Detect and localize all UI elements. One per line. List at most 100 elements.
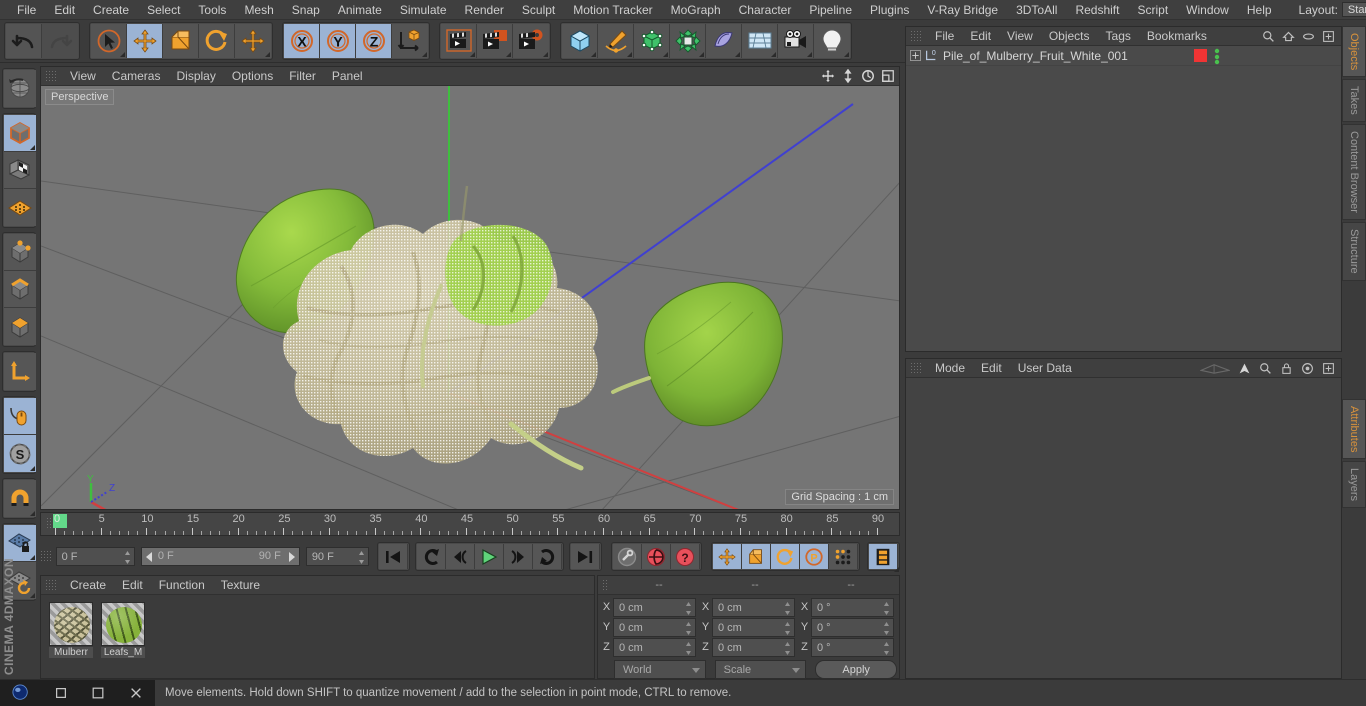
next-key-button[interactable] <box>533 544 562 569</box>
viewport-menu-options[interactable]: Options <box>224 67 281 86</box>
spinner-icon[interactable] <box>358 551 365 564</box>
apply-button[interactable]: Apply <box>815 660 897 679</box>
key-pla-button[interactable]: P <box>800 544 829 569</box>
menu-item-tools[interactable]: Tools <box>189 0 235 20</box>
plus-icon[interactable] <box>1322 30 1335 43</box>
world-coordinates-button[interactable] <box>392 24 428 58</box>
object-row[interactable]: 0Pile_of_Mulberry_Fruit_White_001 <box>906 46 1341 66</box>
lock-icon[interactable] <box>1280 362 1293 375</box>
key-scale-button[interactable] <box>742 544 771 569</box>
move-alt-tool-button[interactable] <box>235 24 271 58</box>
axis-y-button[interactable]: Y <box>320 24 356 58</box>
menu-item-select[interactable]: Select <box>138 0 189 20</box>
home-icon[interactable] <box>1282 30 1295 43</box>
plus-icon[interactable] <box>1322 362 1335 375</box>
redo-button[interactable] <box>42 24 78 58</box>
keyframe-selection-button[interactable]: ? <box>671 544 700 569</box>
dock-tab-structure[interactable]: Structure <box>1342 222 1366 281</box>
scene-object-button[interactable] <box>706 24 742 58</box>
environment-button[interactable] <box>742 24 778 58</box>
viewport-menu-filter[interactable]: Filter <box>281 67 324 86</box>
viewport-menu-view[interactable]: View <box>62 67 104 86</box>
axis-x-button[interactable]: X <box>284 24 320 58</box>
viewport-zoom-icon[interactable] <box>841 69 855 83</box>
spinner-icon[interactable] <box>784 642 791 655</box>
menu-item-mograph[interactable]: MoGraph <box>662 0 730 20</box>
workplane-button[interactable] <box>4 189 36 226</box>
app-icon[interactable] <box>12 684 30 702</box>
size-mode-select[interactable]: Scale <box>715 660 807 679</box>
menu-item-render[interactable]: Render <box>456 0 513 20</box>
coord-field-rotation-x[interactable]: 0 ° <box>811 598 894 617</box>
link-icon[interactable] <box>1302 30 1315 43</box>
panel-grip-icon[interactable] <box>45 70 58 83</box>
material-menu-edit[interactable]: Edit <box>114 576 151 595</box>
key-position-button[interactable] <box>713 544 742 569</box>
render-picture-viewer-button[interactable] <box>477 24 513 58</box>
points-mode-button[interactable] <box>4 234 36 271</box>
edges-mode-button[interactable] <box>4 271 36 308</box>
coord-field-position-z[interactable]: 0 cm <box>613 638 696 657</box>
viewport-rotate-icon[interactable] <box>861 69 875 83</box>
dock-tab-attributes[interactable]: Attributes <box>1342 399 1366 459</box>
deformer-button[interactable] <box>670 24 706 58</box>
menu-item-sculpt[interactable]: Sculpt <box>513 0 564 20</box>
coord-field-rotation-y[interactable]: 0 ° <box>811 618 894 637</box>
current-frame-field[interactable]: 0 F <box>56 547 135 566</box>
go-to-start-button[interactable] <box>379 544 408 569</box>
coord-field-position-y[interactable]: 0 cm <box>613 618 696 637</box>
search-icon[interactable] <box>1259 362 1272 375</box>
scale-tool-button[interactable] <box>163 24 199 58</box>
key-rotation-button[interactable] <box>771 544 800 569</box>
layout-select[interactable]: Startup <box>1342 2 1366 17</box>
dock-tab-content-browser[interactable]: Content Browser <box>1342 124 1366 220</box>
material-item[interactable]: Leafs_M <box>101 602 145 658</box>
preview-range-slider[interactable]: 0 F 90 F <box>141 547 300 566</box>
attribute-menu-user-data[interactable]: User Data <box>1010 359 1080 378</box>
polygons-mode-button[interactable] <box>4 308 36 345</box>
viewport-menu-display[interactable]: Display <box>168 67 223 86</box>
spinner-icon[interactable] <box>784 622 791 635</box>
restore-icon[interactable] <box>54 686 68 700</box>
attribute-menu-mode[interactable]: Mode <box>927 359 973 378</box>
coord-field-rotation-z[interactable]: 0 ° <box>811 638 894 657</box>
object-menu-tags[interactable]: Tags <box>1098 27 1139 46</box>
end-frame-field[interactable]: 90 F <box>306 547 369 566</box>
object-menu-file[interactable]: File <box>927 27 962 46</box>
minimize-icon[interactable] <box>91 686 105 700</box>
material-menu-texture[interactable]: Texture <box>213 576 268 595</box>
menu-item-motion-tracker[interactable]: Motion Tracker <box>564 0 661 20</box>
spinner-icon[interactable] <box>883 622 890 635</box>
axis-z-button[interactable]: Z <box>356 24 392 58</box>
search-icon[interactable] <box>1262 30 1275 43</box>
target-icon[interactable] <box>1301 362 1314 375</box>
live-selection-button[interactable] <box>91 24 127 58</box>
light-button[interactable] <box>814 24 850 58</box>
generator-button[interactable] <box>634 24 670 58</box>
texture-mode-button[interactable] <box>4 152 36 189</box>
attribute-menu-edit[interactable]: Edit <box>973 359 1010 378</box>
material-item[interactable]: Mulberr <box>49 602 93 658</box>
menu-item-animate[interactable]: Animate <box>329 0 391 20</box>
visibility-dots-icon[interactable] <box>1213 47 1221 65</box>
material-menu-function[interactable]: Function <box>151 576 213 595</box>
menu-item-snap[interactable]: Snap <box>283 0 329 20</box>
spinner-icon[interactable] <box>883 602 890 615</box>
close-icon[interactable] <box>129 686 143 700</box>
pin-arrow-icon[interactable] <box>1238 362 1251 375</box>
viewport-move-icon[interactable] <box>821 69 835 83</box>
viewport-menu-cameras[interactable]: Cameras <box>104 67 169 86</box>
enable-snapping-button[interactable] <box>4 480 36 517</box>
undo-view-button[interactable] <box>4 70 36 107</box>
panel-grip-icon[interactable] <box>910 362 923 375</box>
spinner-icon[interactable] <box>685 642 692 655</box>
coord-field-size-z[interactable]: 0 cm <box>712 638 795 657</box>
move-tool-button[interactable] <box>127 24 163 58</box>
spinner-icon[interactable] <box>685 622 692 635</box>
viewport-solo-button[interactable] <box>4 398 36 435</box>
menu-item-pipeline[interactable]: Pipeline <box>800 0 861 20</box>
menu-item-v-ray-bridge[interactable]: V-Ray Bridge <box>918 0 1007 20</box>
range-right-arrow-icon[interactable] <box>287 551 296 563</box>
menu-item-mesh[interactable]: Mesh <box>235 0 282 20</box>
menu-item-simulate[interactable]: Simulate <box>391 0 456 20</box>
